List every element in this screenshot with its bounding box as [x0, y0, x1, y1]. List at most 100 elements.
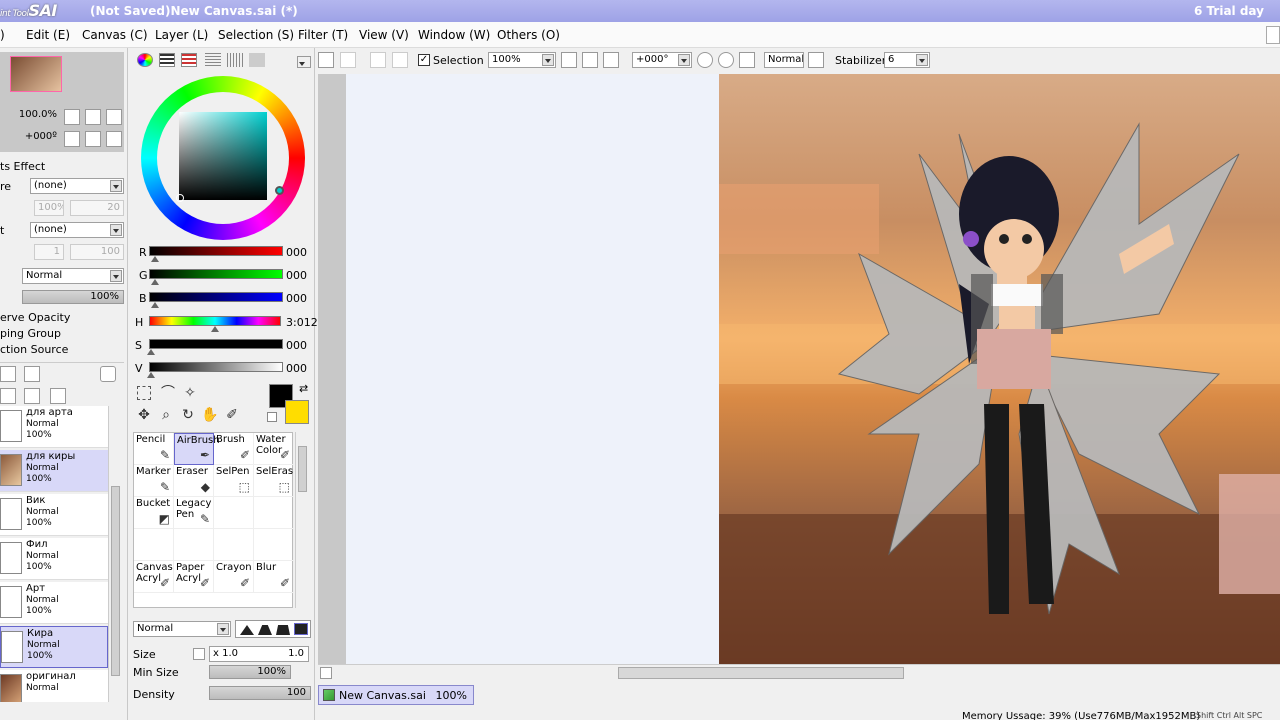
tool-crayon[interactable]: Crayon ✐	[214, 561, 254, 593]
invert-selection-icon[interactable]	[392, 52, 408, 68]
transfer-down-icon[interactable]	[24, 388, 40, 404]
tool-paper-acryl[interactable]: Paper Acryl ✐	[174, 561, 214, 593]
tool-empty-1[interactable]	[214, 497, 254, 529]
tool-blur[interactable]: Blur ✐	[254, 561, 294, 593]
rotate-left-icon[interactable]	[697, 52, 713, 68]
tool-grid-scrollbar[interactable]	[295, 432, 309, 608]
min-size-slider[interactable]: 100%	[209, 665, 291, 679]
size-multiplier-dropdown[interactable]	[193, 648, 205, 660]
canvas-horizontal-scrollbar[interactable]	[318, 664, 1280, 680]
hue-marker[interactable]	[275, 186, 284, 195]
scroll-left-arrow[interactable]	[320, 667, 332, 679]
layer-item-4[interactable]: Арт Normal 100%	[0, 582, 108, 624]
green-slider-thumb[interactable]	[151, 279, 159, 285]
move-icon[interactable]: ✥	[135, 406, 153, 424]
red-slider[interactable]	[149, 246, 283, 256]
brush-size-field[interactable]: x 1.0 1.0	[209, 646, 309, 662]
hue-slider-thumb[interactable]	[211, 326, 219, 332]
selection-source-option[interactable]: ction Source	[0, 343, 68, 356]
rotate-left-button[interactable]	[64, 131, 80, 147]
menu-filter[interactable]: Filter (T)	[298, 28, 348, 42]
tool-airbrush[interactable]: AirBrush ✒	[174, 433, 220, 465]
menu-view[interactable]: View (V)	[359, 28, 409, 42]
rotate-icon[interactable]: ↻	[179, 406, 197, 424]
eyedropper-icon[interactable]: ✐	[223, 406, 241, 424]
tool-pencil[interactable]: Pencil ✎	[134, 433, 174, 465]
tool-seleras[interactable]: SelEras ⬚	[254, 465, 294, 497]
zoom-in-button[interactable]	[582, 52, 598, 68]
green-slider[interactable]	[149, 269, 283, 279]
saturation-value-square[interactable]	[176, 112, 267, 202]
layer-item-5[interactable]: Кира Normal 100%	[0, 626, 108, 668]
hsv-slider-icon[interactable]	[181, 53, 197, 67]
selection-checkbox[interactable]: ✓	[418, 54, 430, 66]
hue-slider[interactable]	[149, 316, 281, 326]
layer-item-1[interactable]: для киры Normal 100%	[0, 450, 108, 492]
value-value[interactable]: 000	[286, 362, 307, 375]
preserve-opacity-option[interactable]: erve Opacity	[0, 311, 70, 324]
tool-canvas-acryl[interactable]: Canvas Acryl ✐	[134, 561, 174, 593]
value-slider-thumb[interactable]	[147, 372, 155, 378]
layer-item-6[interactable]: оригинал Normal	[0, 670, 108, 702]
trash-icon[interactable]	[50, 388, 66, 404]
new-layer-icon[interactable]	[0, 366, 16, 382]
saturation-slider-thumb[interactable]	[147, 349, 155, 355]
hand-icon[interactable]: ✋	[201, 406, 219, 424]
scratchpad-icon[interactable]	[249, 53, 265, 67]
lasso-icon[interactable]: ⌒	[159, 384, 177, 402]
blue-slider-thumb[interactable]	[151, 302, 159, 308]
panel-dropdown[interactable]	[297, 56, 311, 68]
scrollbar-thumb[interactable]	[111, 486, 120, 676]
magic-wand-icon[interactable]: ✧	[181, 384, 199, 402]
hue-value[interactable]: 3:012	[286, 316, 318, 329]
tool-selpen[interactable]: SelPen ⬚	[214, 465, 254, 497]
zoom-out-button[interactable]	[64, 109, 80, 125]
navigator-zoom[interactable]: 100.0%	[0, 108, 60, 124]
rotate-reset-icon[interactable]	[739, 52, 755, 68]
scrollbar-thumb[interactable]	[618, 667, 904, 679]
tool-bucket[interactable]: Bucket ◩	[134, 497, 174, 529]
effect-select[interactable]: (none)	[30, 222, 124, 238]
menu-window[interactable]: Window (W)	[418, 28, 490, 42]
tool-legacy-pen[interactable]: Legacy Pen ✎	[174, 497, 214, 529]
tool-empty-2[interactable]	[254, 497, 294, 529]
rgb-slider-icon[interactable]	[159, 53, 175, 67]
menu-canvas[interactable]: Canvas (C)	[82, 28, 148, 42]
undo-icon[interactable]	[318, 52, 334, 68]
zoom-reset-button[interactable]	[603, 52, 619, 68]
density-slider[interactable]: 100	[209, 686, 311, 700]
menu-others[interactable]: Others (O)	[497, 28, 560, 42]
shape-square-icon[interactable]	[294, 623, 308, 635]
copy-layer-icon[interactable]	[0, 388, 16, 404]
clipping-group-option[interactable]: ping Group	[0, 327, 61, 340]
texture-select[interactable]: (none)	[30, 178, 124, 194]
layer-mask-icon[interactable]	[100, 366, 116, 382]
color-mixer-icon[interactable]	[205, 53, 221, 67]
view-blend-select[interactable]: Normal	[764, 52, 804, 68]
blue-slider[interactable]	[149, 292, 283, 302]
sv-marker[interactable]	[176, 194, 184, 202]
brush-blend-select[interactable]: Normal	[133, 621, 231, 637]
layer-item-0[interactable]: для арта Normal 100%	[0, 406, 108, 448]
zoom-icon[interactable]: ⌕	[157, 406, 175, 424]
new-folder-icon[interactable]	[24, 366, 40, 382]
zoom-reset-button[interactable]	[106, 109, 122, 125]
document-tab[interactable]: New Canvas.sai 100%	[318, 685, 474, 705]
tool-empty-6[interactable]	[254, 529, 294, 561]
zoom-select[interactable]: 100%	[488, 52, 556, 68]
menu-file-cut[interactable]: )	[0, 28, 5, 42]
stabilizer-select[interactable]: 6	[884, 52, 930, 68]
tool-empty-3[interactable]	[134, 529, 174, 561]
value-slider[interactable]	[149, 362, 283, 372]
navigator-thumbnail[interactable]	[10, 56, 62, 92]
layer-opacity-slider[interactable]: 100%	[22, 290, 124, 304]
layer-list-scrollbar[interactable]	[108, 406, 122, 702]
menu-selection[interactable]: Selection (S)	[218, 28, 294, 42]
canvas-artwork[interactable]	[719, 74, 1280, 664]
shape-soft-icon[interactable]	[240, 625, 254, 635]
green-value[interactable]: 000	[286, 269, 307, 282]
transparent-color-icon[interactable]	[267, 412, 277, 422]
red-slider-thumb[interactable]	[151, 256, 159, 262]
window-restore-button[interactable]	[1266, 26, 1280, 44]
rotate-right-icon[interactable]	[718, 52, 734, 68]
